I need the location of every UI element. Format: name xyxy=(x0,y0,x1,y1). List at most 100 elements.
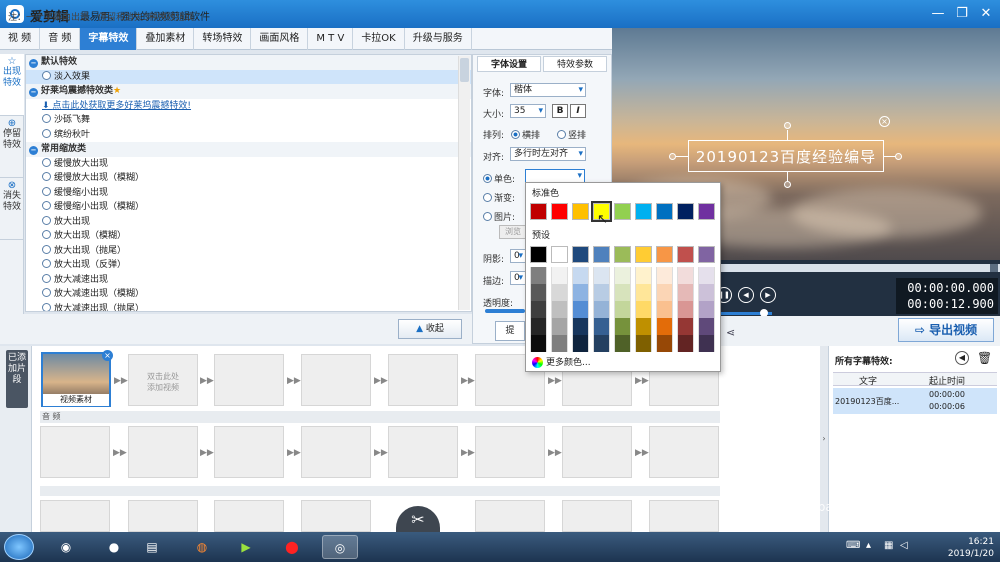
list-item[interactable]: 放大减速出现 xyxy=(26,273,471,288)
standard-color-swatch[interactable] xyxy=(530,203,547,220)
preset-shade-swatch[interactable] xyxy=(530,267,547,284)
preset-shade-swatch[interactable] xyxy=(698,335,715,352)
vtab-disappear[interactable]: ⊗ 消失特效 xyxy=(0,178,24,240)
transition-arrow-icon[interactable]: ▶▶ xyxy=(635,376,649,386)
transition-arrow-icon[interactable]: ▶▶ xyxy=(374,376,388,386)
preset-color-swatch[interactable] xyxy=(614,246,631,263)
prev-frame-button[interactable]: ◀ xyxy=(738,287,754,303)
list-item[interactable]: 沙砾飞舞 xyxy=(26,113,471,128)
preset-shade-swatch[interactable] xyxy=(698,284,715,301)
preset-shade-swatch[interactable] xyxy=(593,335,610,352)
tab-mtv[interactable]: M T V xyxy=(308,28,354,50)
audio-slot[interactable] xyxy=(649,426,719,478)
audio-slot[interactable] xyxy=(562,500,632,532)
transition-arrow-icon[interactable]: ▶▶ xyxy=(461,376,475,386)
standard-color-swatch[interactable] xyxy=(572,203,589,220)
back-icon[interactable]: ◀ xyxy=(955,351,969,365)
shadow-input[interactable]: 0 xyxy=(510,249,526,263)
align-select[interactable]: 多行时左对齐 xyxy=(510,147,586,161)
tab-styles[interactable]: 画面风格 xyxy=(251,28,309,50)
collapse-icon[interactable]: − xyxy=(29,146,38,155)
audio-slot[interactable] xyxy=(388,426,458,478)
close-button[interactable]: ✕ xyxy=(976,4,996,24)
list-item[interactable]: 放大出现（抛尾） xyxy=(26,244,471,259)
standard-color-swatch[interactable] xyxy=(551,203,568,220)
audio-slot[interactable] xyxy=(214,426,284,478)
audio-slot[interactable] xyxy=(475,500,545,532)
preset-shade-swatch[interactable] xyxy=(656,335,673,352)
preset-shade-swatch[interactable] xyxy=(551,267,568,284)
bold-button[interactable]: B xyxy=(552,104,568,118)
preset-shade-swatch[interactable] xyxy=(530,284,547,301)
more-colors-button[interactable]: 更多颜色... xyxy=(530,355,716,371)
taskbar-aijianji-icon[interactable]: ◎ xyxy=(322,535,358,559)
audio-slot[interactable] xyxy=(214,500,284,532)
taskbar-media-icon[interactable]: ▶ xyxy=(228,535,264,559)
caption-row[interactable]: 20190123百度... 00:00:00 00:00:06 xyxy=(833,388,997,414)
tab-upgrade[interactable]: 升级与服务 xyxy=(405,28,472,50)
start-button[interactable] xyxy=(4,534,34,560)
taskbar-record-icon[interactable]: ⬤ xyxy=(274,535,310,559)
preset-shade-swatch[interactable] xyxy=(614,284,631,301)
preview-caption[interactable]: 20190123百度经验编导 xyxy=(688,146,884,167)
collapse-icon[interactable]: − xyxy=(29,59,38,68)
preset-shade-swatch[interactable] xyxy=(677,267,694,284)
preset-shade-swatch[interactable] xyxy=(593,301,610,318)
standard-color-swatch[interactable] xyxy=(698,203,715,220)
standard-color-swatch[interactable] xyxy=(614,203,631,220)
preset-shade-swatch[interactable] xyxy=(635,318,652,335)
standard-color-swatch[interactable] xyxy=(656,203,673,220)
list-item[interactable]: 放大减速出现（抛尾） xyxy=(26,302,471,311)
list-item[interactable]: 缤纷秋叶 xyxy=(26,128,471,143)
list-item[interactable]: 放大减速出现（模糊） xyxy=(26,287,471,302)
preset-shade-swatch[interactable] xyxy=(614,301,631,318)
image-radio[interactable]: 图片: xyxy=(483,210,515,223)
resize-handle-right[interactable] xyxy=(895,153,902,160)
preset-shade-swatch[interactable] xyxy=(677,284,694,301)
preset-shade-swatch[interactable] xyxy=(572,267,589,284)
preset-color-swatch[interactable] xyxy=(551,246,568,263)
delete-icon[interactable]: 🗑 xyxy=(977,351,992,365)
preset-shade-swatch[interactable] xyxy=(677,318,694,335)
share-icon[interactable]: ⋖ xyxy=(726,326,735,339)
preset-color-swatch[interactable] xyxy=(635,246,652,263)
preset-color-swatch[interactable] xyxy=(698,246,715,263)
preset-shade-swatch[interactable] xyxy=(635,301,652,318)
preset-shade-swatch[interactable] xyxy=(614,267,631,284)
tray-volume-icon[interactable]: ◁ xyxy=(900,540,908,551)
list-item[interactable]: 放大出现（反弹） xyxy=(26,258,471,273)
preset-shade-swatch[interactable] xyxy=(551,284,568,301)
horizontal-radio[interactable]: 横排 xyxy=(511,128,540,141)
tab-overlay[interactable]: 叠加素材 xyxy=(137,28,195,50)
preset-color-swatch[interactable] xyxy=(530,246,547,263)
preset-shade-swatch[interactable] xyxy=(593,318,610,335)
preset-shade-swatch[interactable] xyxy=(551,335,568,352)
audio-slot[interactable] xyxy=(40,500,110,532)
browse-button[interactable]: 浏览 xyxy=(499,225,527,239)
transition-arrow-icon[interactable]: ▶▶ xyxy=(114,376,128,386)
preset-shade-swatch[interactable] xyxy=(677,301,694,318)
preset-color-swatch[interactable] xyxy=(677,246,694,263)
vtab-stay[interactable]: ⊕ 停留特效 xyxy=(0,116,24,178)
add-video-slot[interactable]: 双击此处 添加视频 xyxy=(128,354,198,406)
opacity-slider[interactable] xyxy=(485,309,525,313)
empty-slot[interactable] xyxy=(388,354,458,406)
gradient-radio[interactable]: 渐变: xyxy=(483,191,515,204)
added-clips-tab[interactable]: 已添加片段 xyxy=(6,350,28,408)
audio-slot[interactable] xyxy=(128,500,198,532)
stroke-input[interactable]: 0 xyxy=(510,271,526,285)
preset-shade-swatch[interactable] xyxy=(572,335,589,352)
taskbar-clock[interactable]: 16:21 2019/1/20 xyxy=(934,536,994,560)
list-item[interactable]: 缓慢缩小出现（模糊） xyxy=(26,200,471,215)
audio-slot[interactable] xyxy=(649,500,719,532)
download-effects-link[interactable]: ⬇ 点击此处获取更多好莱坞震撼特效! xyxy=(26,99,471,114)
preset-shade-swatch[interactable] xyxy=(530,301,547,318)
apply-button[interactable]: 提 xyxy=(495,321,525,341)
progress-knob[interactable] xyxy=(990,264,998,272)
preset-shade-swatch[interactable] xyxy=(551,301,568,318)
tray-expand-icon[interactable]: ▴ xyxy=(866,540,871,551)
tab-video[interactable]: 视 频 xyxy=(0,28,41,50)
tab-caption-effects[interactable]: 字幕特效 xyxy=(80,28,138,50)
taskbar-folder-icon[interactable]: ▤ xyxy=(134,535,170,559)
audio-slot[interactable] xyxy=(40,426,110,478)
